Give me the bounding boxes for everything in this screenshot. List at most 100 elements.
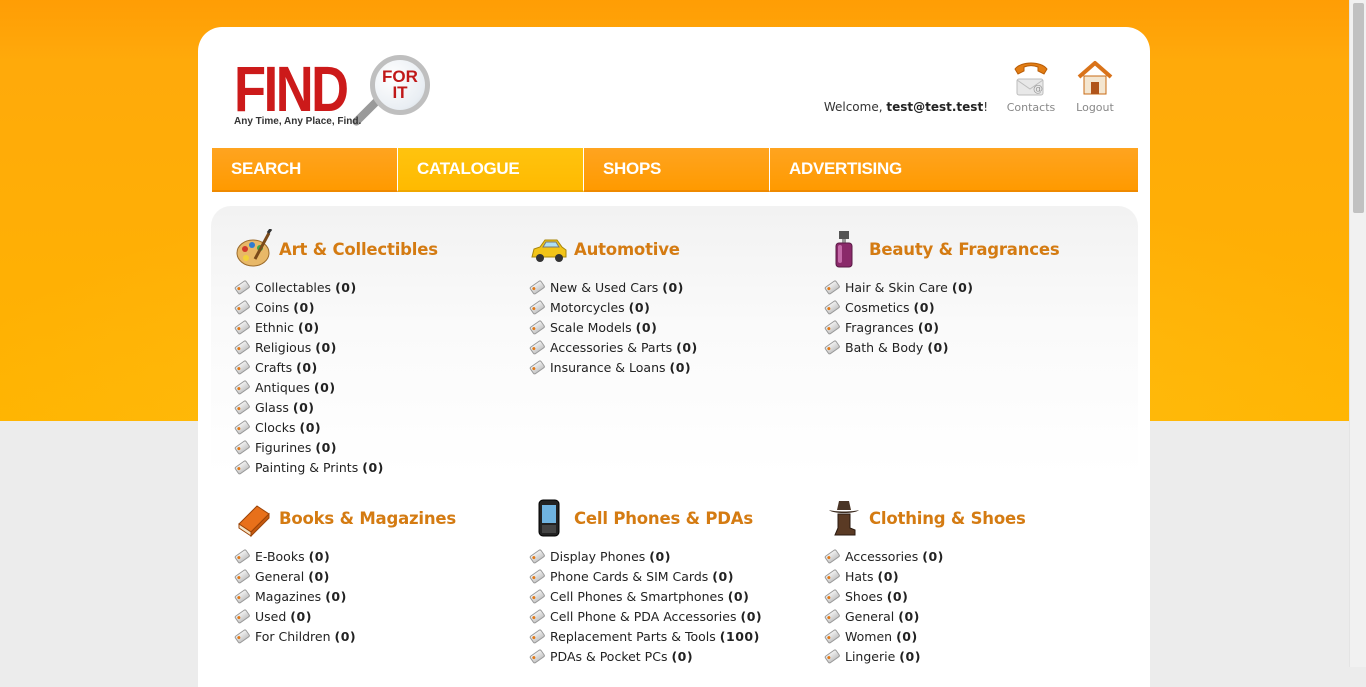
- list-item[interactable]: Clocks (0): [235, 417, 515, 437]
- list-item[interactable]: Scale Models (0): [530, 317, 810, 337]
- tag-icon: [823, 279, 840, 295]
- list-item[interactable]: General (0): [235, 566, 515, 586]
- main-nav: SEARCH CATALOGUE SHOPS ADVERTISING: [212, 148, 1138, 192]
- list-item[interactable]: For Children (0): [235, 626, 515, 646]
- category-title[interactable]: Clothing & Shoes: [869, 509, 1026, 528]
- tab-search[interactable]: SEARCH: [212, 148, 398, 192]
- list-item[interactable]: Used (0): [235, 606, 515, 626]
- tag-icon: [233, 339, 250, 355]
- list-item[interactable]: Ethnic (0): [235, 317, 515, 337]
- category-beauty-fragrances: Beauty & Fragrances Hair & Skin Care (0) …: [825, 229, 1105, 357]
- list-item[interactable]: Figurines (0): [235, 437, 515, 457]
- category-cell-phones-pdas: Cell Phones & PDAs Display Phones (0) Pho…: [530, 498, 810, 666]
- tag-icon: [233, 319, 250, 335]
- subcategory-list: New & Used Cars (0) Motorcycles (0) Scale …: [530, 277, 810, 377]
- list-item[interactable]: Collectables (0): [235, 277, 515, 297]
- tag-icon: [823, 608, 840, 624]
- welcome-message: Welcome, test@test.test!: [823, 100, 988, 114]
- car-icon: [530, 229, 568, 269]
- category-title[interactable]: Automotive: [574, 240, 680, 259]
- vertical-scrollbar[interactable]: [1349, 0, 1366, 667]
- tag-icon: [233, 419, 250, 435]
- tag-icon: [528, 319, 545, 335]
- list-item[interactable]: Women (0): [825, 626, 1105, 646]
- list-item[interactable]: Accessories (0): [825, 546, 1105, 566]
- tag-icon: [233, 399, 250, 415]
- svg-text:@: @: [1033, 84, 1043, 95]
- tag-icon: [823, 339, 840, 355]
- category-title[interactable]: Books & Magazines: [279, 509, 456, 528]
- list-item[interactable]: General (0): [825, 606, 1105, 626]
- category-title[interactable]: Art & Collectibles: [279, 240, 438, 259]
- tag-icon: [823, 299, 840, 315]
- list-item[interactable]: Bath & Body (0): [825, 337, 1105, 357]
- catalogue-content: Art & Collectibles Collectables (0) Coins…: [211, 206, 1138, 687]
- logout-link[interactable]: Logout: [1065, 59, 1125, 114]
- tag-icon: [528, 339, 545, 355]
- user-email: test@test.test: [886, 100, 984, 114]
- tag-icon: [528, 568, 545, 584]
- list-item[interactable]: Antiques (0): [235, 377, 515, 397]
- tab-advertising[interactable]: ADVERTISING: [770, 148, 1138, 192]
- subcategory-list: E-Books (0) General (0) Magazines (0) Used(…: [235, 546, 515, 646]
- category-title[interactable]: Beauty & Fragrances: [869, 240, 1060, 259]
- tag-icon: [233, 459, 250, 475]
- list-item[interactable]: Phone Cards & SIM Cards (0): [530, 566, 810, 586]
- subcategory-list: Display Phones (0) Phone Cards & SIM Card…: [530, 546, 810, 666]
- list-item[interactable]: Insurance & Loans (0): [530, 357, 810, 377]
- site-logo[interactable]: FIND FOR IT Any Time, Any Place, Find.: [234, 55, 449, 147]
- tag-icon: [528, 628, 545, 644]
- list-item[interactable]: Lingerie (0): [825, 646, 1105, 666]
- tag-icon: [528, 359, 545, 375]
- tag-icon: [233, 299, 250, 315]
- tag-icon: [823, 588, 840, 604]
- scrollbar-thumb[interactable]: [1353, 3, 1364, 213]
- list-item[interactable]: E-Books (0): [235, 546, 515, 566]
- list-item[interactable]: Shoes (0): [825, 586, 1105, 606]
- subcategory-list: Accessories (0) Hats (0) Shoes (0) General(…: [825, 546, 1105, 666]
- list-item[interactable]: Replacement Parts & Tools (100): [530, 626, 810, 646]
- list-item[interactable]: PDAs & Pocket PCs (0): [530, 646, 810, 666]
- tag-icon: [528, 608, 545, 624]
- category-art-collectibles: Art & Collectibles Collectables (0) Coins…: [235, 228, 515, 477]
- list-item[interactable]: Cell Phones & Smartphones (0): [530, 586, 810, 606]
- list-item[interactable]: Display Phones (0): [530, 546, 810, 566]
- tag-icon: [528, 299, 545, 315]
- list-item[interactable]: Magazines (0): [235, 586, 515, 606]
- list-item[interactable]: Hair & Skin Care (0): [825, 277, 1105, 297]
- list-item[interactable]: Hats (0): [825, 566, 1105, 586]
- house-icon: [1075, 59, 1115, 97]
- tag-icon: [233, 379, 250, 395]
- tag-icon: [233, 359, 250, 375]
- list-item[interactable]: Coins (0): [235, 297, 515, 317]
- list-item[interactable]: New & Used Cars (0): [530, 277, 810, 297]
- list-item[interactable]: Cell Phone & PDA Accessories (0): [530, 606, 810, 626]
- tag-icon: [233, 439, 250, 455]
- list-item[interactable]: Fragrances (0): [825, 317, 1105, 337]
- tag-icon: [823, 548, 840, 564]
- list-item[interactable]: Religious (0): [235, 337, 515, 357]
- phone-icon: @: [1011, 59, 1051, 97]
- list-item[interactable]: Glass (0): [235, 397, 515, 417]
- contacts-link[interactable]: @ Contacts: [1001, 59, 1061, 114]
- category-books-magazines: Books & Magazines E-Books (0) General (0) …: [235, 498, 515, 646]
- tag-icon: [233, 628, 250, 644]
- tag-icon: [233, 568, 250, 584]
- magnifier-icon: FOR IT: [370, 55, 430, 115]
- tab-shops[interactable]: SHOPS: [584, 148, 770, 192]
- tab-catalogue[interactable]: CATALOGUE: [398, 148, 584, 192]
- category-title[interactable]: Cell Phones & PDAs: [574, 509, 753, 528]
- tag-icon: [528, 588, 545, 604]
- list-item[interactable]: Accessories & Parts (0): [530, 337, 810, 357]
- list-item[interactable]: Cosmetics (0): [825, 297, 1105, 317]
- subcategory-list: Collectables (0) Coins (0) Ethnic (0) Relig…: [235, 277, 515, 477]
- tag-icon: [233, 608, 250, 624]
- cowboy-hat-icon: [825, 498, 863, 538]
- list-item[interactable]: Motorcycles (0): [530, 297, 810, 317]
- palette-icon: [235, 228, 273, 269]
- list-item[interactable]: Crafts (0): [235, 357, 515, 377]
- logo-tagline: Any Time, Any Place, Find.: [234, 116, 362, 127]
- tag-icon: [233, 279, 250, 295]
- tag-icon: [823, 568, 840, 584]
- list-item[interactable]: Painting & Prints (0): [235, 457, 515, 477]
